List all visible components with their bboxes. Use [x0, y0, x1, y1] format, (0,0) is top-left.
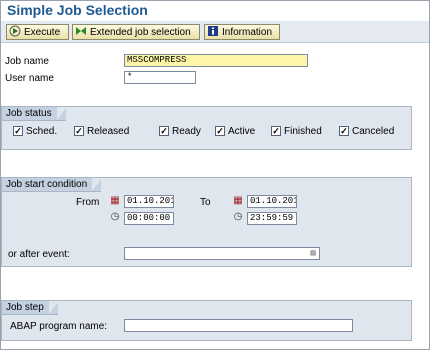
- to-time-field[interactable]: 23:59:59: [247, 212, 297, 225]
- from-label: From: [76, 197, 100, 208]
- execute-icon: [7, 25, 23, 41]
- abap-program-field[interactable]: [124, 319, 353, 332]
- application-toolbar: Execute Extended job selection Informati…: [1, 21, 429, 43]
- user-name-field[interactable]: *: [124, 71, 196, 84]
- sched-label: Sched.: [26, 126, 58, 137]
- value-help-icon[interactable]: ▤: [309, 248, 317, 259]
- calendar-icon[interactable]: ▦: [109, 195, 121, 207]
- title-bar: Simple Job Selection: [1, 1, 429, 21]
- job-status-group: Job status ✓ Sched. ✓ Released ✓ Ready ✓…: [1, 106, 412, 150]
- released-label: Released: [87, 126, 130, 137]
- job-name-label: Job name: [5, 56, 49, 67]
- information-button[interactable]: Information: [204, 24, 280, 40]
- after-event-field[interactable]: ▤: [124, 247, 320, 260]
- job-name-field[interactable]: MSSCOMPRESS: [124, 54, 308, 67]
- main-content: Job name MSSCOMPRESS User name * Job sta…: [1, 43, 429, 349]
- user-name-label: User name: [5, 73, 54, 84]
- finished-checkbox[interactable]: ✓: [271, 126, 281, 136]
- canceled-label: Canceled: [352, 126, 395, 137]
- sched-checkbox[interactable]: ✓: [13, 126, 23, 136]
- from-date-field[interactable]: 01.10.2010: [124, 195, 174, 208]
- canceled-checkbox[interactable]: ✓: [339, 126, 349, 136]
- ready-label: Ready: [172, 126, 201, 137]
- ready-checkbox[interactable]: ✓: [159, 126, 169, 136]
- released-checkbox[interactable]: ✓: [74, 126, 84, 136]
- to-date-field[interactable]: 01.10.2010: [247, 195, 297, 208]
- active-checkbox[interactable]: ✓: [215, 126, 225, 136]
- information-icon: [205, 25, 221, 41]
- job-step-group: Job step ABAP program name:: [1, 300, 412, 341]
- to-label: To: [200, 197, 211, 208]
- execute-label: Execute: [24, 27, 61, 38]
- extended-selection-label: Extended job selection: [90, 27, 191, 38]
- clock-icon[interactable]: ◷: [109, 211, 121, 223]
- execute-button[interactable]: Execute: [6, 24, 69, 40]
- job-status-title: Job status: [2, 107, 67, 121]
- job-start-condition-title: Job start condition: [2, 178, 103, 192]
- finished-label: Finished: [284, 126, 322, 137]
- extended-selection-icon: [73, 25, 89, 41]
- information-label: Information: [222, 27, 273, 38]
- after-event-label: or after event:: [8, 249, 70, 260]
- page-title: Simple Job Selection: [7, 2, 148, 18]
- abap-program-label: ABAP program name:: [10, 321, 108, 332]
- active-label: Active: [228, 126, 256, 137]
- job-start-condition-group: Job start condition From ▦ 01.10.2010 ◷ …: [1, 177, 412, 267]
- calendar-icon[interactable]: ▦: [232, 195, 244, 207]
- clock-icon[interactable]: ◷: [232, 211, 244, 223]
- extended-job-selection-button[interactable]: Extended job selection: [72, 24, 200, 40]
- job-step-title: Job step: [2, 301, 59, 315]
- from-time-field[interactable]: 00:00:00: [124, 212, 174, 225]
